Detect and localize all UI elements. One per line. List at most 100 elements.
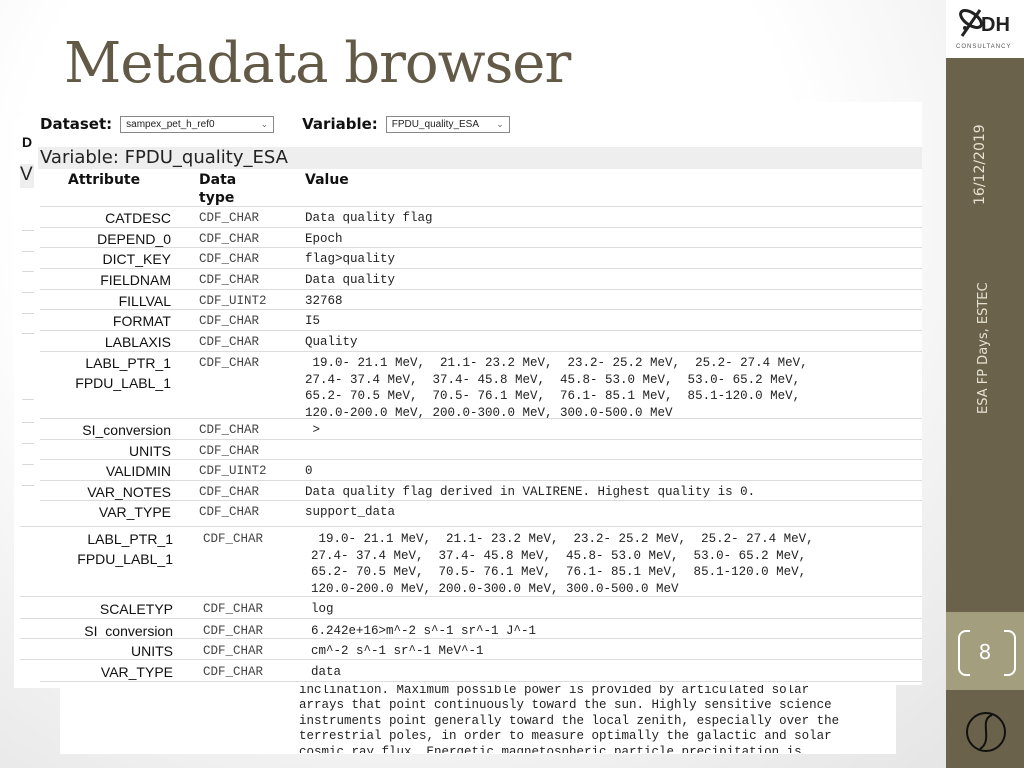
- column-header-data-type: Data type: [199, 171, 236, 207]
- attribute-data-type: CDF_CHAR: [199, 314, 260, 328]
- attribute-name: FORMAT: [112, 313, 171, 329]
- company-logo: DH CONSULTANCY: [946, 0, 1024, 58]
- table-row: FIELDNAM CDF_CHAR Data quality: [40, 268, 922, 289]
- attribute-name: LABL_PTR_1 FPDU_LABL_1: [77, 531, 173, 567]
- table-row: SCALETYP CDF_CHAR log: [20, 596, 922, 618]
- column-header-attribute: Attribute: [68, 172, 141, 188]
- metadata-browser-window: Dataset: sampex_pet_h_ref0 ⌄ Variable: F…: [20, 102, 922, 685]
- background-row-divider: [22, 292, 34, 293]
- background-variable-label: V: [20, 164, 34, 188]
- table-row: CATDESC CDF_CHAR Data quality flag: [40, 206, 922, 227]
- table-row: LABL_PTR_1 FPDU_LABL_1 CDF_CHAR 19.0- 21.…: [40, 351, 922, 420]
- column-header-data-type-line1: Data: [199, 172, 237, 188]
- page-number: 8: [978, 640, 992, 664]
- attribute-name: SCALETYP: [99, 601, 173, 617]
- variable-heading: Variable: FPDU_quality_ESA: [38, 147, 922, 169]
- background-row-divider: [22, 251, 34, 252]
- attribute-data-type: CDF_CHAR: [199, 252, 260, 266]
- background-row-divider: [22, 485, 34, 486]
- table-row: DICT_KEY CDF_CHAR flag>quality: [40, 247, 922, 268]
- table-row: SI_conversion CDF_CHAR 6.242e+16>m^-2 s^-1…: [20, 618, 922, 639]
- attribute-data-type: CDF_CHAR: [199, 356, 260, 370]
- background-row-divider: [22, 230, 34, 231]
- column-header-data-type-line2: type: [199, 190, 235, 206]
- background-row-divider: [22, 271, 34, 272]
- attribute-name: VAR_TYPE: [98, 504, 171, 520]
- attribute-value: 0: [305, 464, 313, 478]
- logo-subtitle: CONSULTANCY: [956, 44, 1012, 50]
- dataset-label: Dataset:: [40, 115, 113, 133]
- background-description-text: inclination. Maximum possible power is p…: [299, 683, 840, 753]
- attribute-value: 32768: [305, 294, 343, 308]
- column-header-value: Value: [305, 172, 349, 188]
- slide-date: 16/12/2019: [972, 124, 988, 205]
- variable-select-value: FPDU_quality_ESA: [391, 118, 480, 130]
- attribute-data-type: CDF_CHAR: [199, 505, 260, 519]
- attribute-data-type: CDF_CHAR: [203, 665, 264, 679]
- background-row-divider: [22, 443, 34, 444]
- dataset-select-value: sampex_pet_h_ref0: [126, 118, 215, 130]
- table-bottom-divider: [40, 681, 922, 682]
- attribute-value: 19.0- 21.1 MeV, 21.1- 23.2 MeV, 23.2- 25…: [311, 532, 814, 596]
- background-row-divider: [22, 464, 34, 465]
- variable-select[interactable]: FPDU_quality_ESA ⌄: [385, 115, 510, 133]
- table-row: VAR_NOTES CDF_CHAR Data quality flag deriv…: [40, 480, 922, 500]
- attribute-name: CATDESC: [105, 210, 171, 226]
- attribute-data-type: CDF_CHAR: [203, 532, 264, 546]
- attribute-data-type: CDF_CHAR: [199, 335, 260, 349]
- chevron-down-icon: ⌄: [260, 118, 269, 129]
- attribute-data-type: CDF_UINT2: [199, 464, 267, 478]
- attribute-name: FILLVAL: [118, 293, 171, 309]
- attribute-value: Data quality flag derived in VALIRENE. H…: [305, 485, 756, 499]
- background-row-divider: [22, 422, 34, 423]
- attribute-data-type: CDF_CHAR: [199, 211, 260, 225]
- background-row-divider: [22, 399, 34, 400]
- attribute-value: log: [311, 602, 334, 616]
- attribute-name: LABL_PTR_1 FPDU_LABL_1: [75, 355, 171, 391]
- background-row-divider: [22, 333, 34, 334]
- dataset-selector-row: Dataset: sampex_pet_h_ref0 ⌄ Variable: F…: [40, 114, 510, 134]
- table-row: FILLVAL CDF_UINT2 32768: [40, 289, 922, 309]
- attribute-value: Epoch: [305, 232, 343, 246]
- attribute-name: VALIDMIN: [105, 463, 171, 479]
- attribute-name: LABLAXIS: [104, 334, 171, 350]
- attribute-data-type: CDF_CHAR: [199, 273, 260, 287]
- table-row: VALIDMIN CDF_UINT2 0: [40, 459, 922, 480]
- variable-label: Variable:: [302, 115, 378, 133]
- table-row: DEPEND_0 CDF_CHAR Epoch: [40, 227, 922, 247]
- attribute-data-type: CDF_CHAR: [199, 444, 260, 458]
- table-row: FORMAT CDF_CHAR I5: [40, 309, 922, 330]
- table-row: UNITS CDF_CHAR cm^-2 s^-1 sr^-1 MeV^-1: [20, 638, 922, 659]
- attribute-name: VAR_NOTES: [87, 484, 171, 500]
- attribute-value: support_data: [305, 505, 396, 519]
- table-row: UNITS CDF_CHAR: [40, 439, 922, 459]
- dataset-select[interactable]: sampex_pet_h_ref0 ⌄: [120, 115, 275, 133]
- attribute-value: cm^-2 s^-1 sr^-1 MeV^-1: [311, 644, 484, 658]
- circle-s-logo-icon: [966, 712, 1006, 752]
- chevron-down-icon: ⌄: [496, 118, 504, 129]
- attribute-value: flag>quality: [305, 252, 396, 266]
- attribute-value: Data quality flag: [305, 211, 433, 225]
- table-row: LABLAXIS CDF_CHAR Quality: [40, 330, 922, 351]
- attribute-value: Quality: [305, 335, 358, 349]
- attribute-name: UNITS: [129, 443, 171, 459]
- attribute-data-type: CDF_CHAR: [203, 644, 264, 658]
- attribute-data-type: CDF_CHAR: [203, 602, 264, 616]
- attribute-name: FIELDNAM: [100, 272, 171, 288]
- attribute-name: DEPEND_0: [97, 231, 171, 247]
- attribute-data-type: CDF_UINT2: [199, 294, 267, 308]
- attribute-value: >: [305, 423, 321, 437]
- background-dataset-label: D: [22, 134, 33, 150]
- attribute-name: UNITS: [131, 643, 173, 659]
- attribute-data-type: CDF_CHAR: [199, 485, 260, 499]
- attribute-value: I5: [305, 314, 321, 328]
- attribute-data-type: CDF_CHAR: [199, 232, 260, 246]
- table-row: VAR_TYPE CDF_CHAR support_data: [40, 500, 922, 521]
- slide-event: ESA FP Days, ESTEC: [976, 282, 991, 414]
- table-row: VAR_TYPE CDF_CHAR data: [20, 659, 922, 681]
- attribute-data-type: CDF_CHAR: [199, 423, 260, 437]
- table-row: LABL_PTR_1 FPDU_LABL_1 CDF_CHAR 19.0- 21.…: [20, 526, 922, 596]
- attribute-name: SI_conversion: [82, 422, 171, 438]
- page-number-box: 8: [946, 612, 1024, 690]
- slide-title: Metadata browser: [64, 31, 571, 96]
